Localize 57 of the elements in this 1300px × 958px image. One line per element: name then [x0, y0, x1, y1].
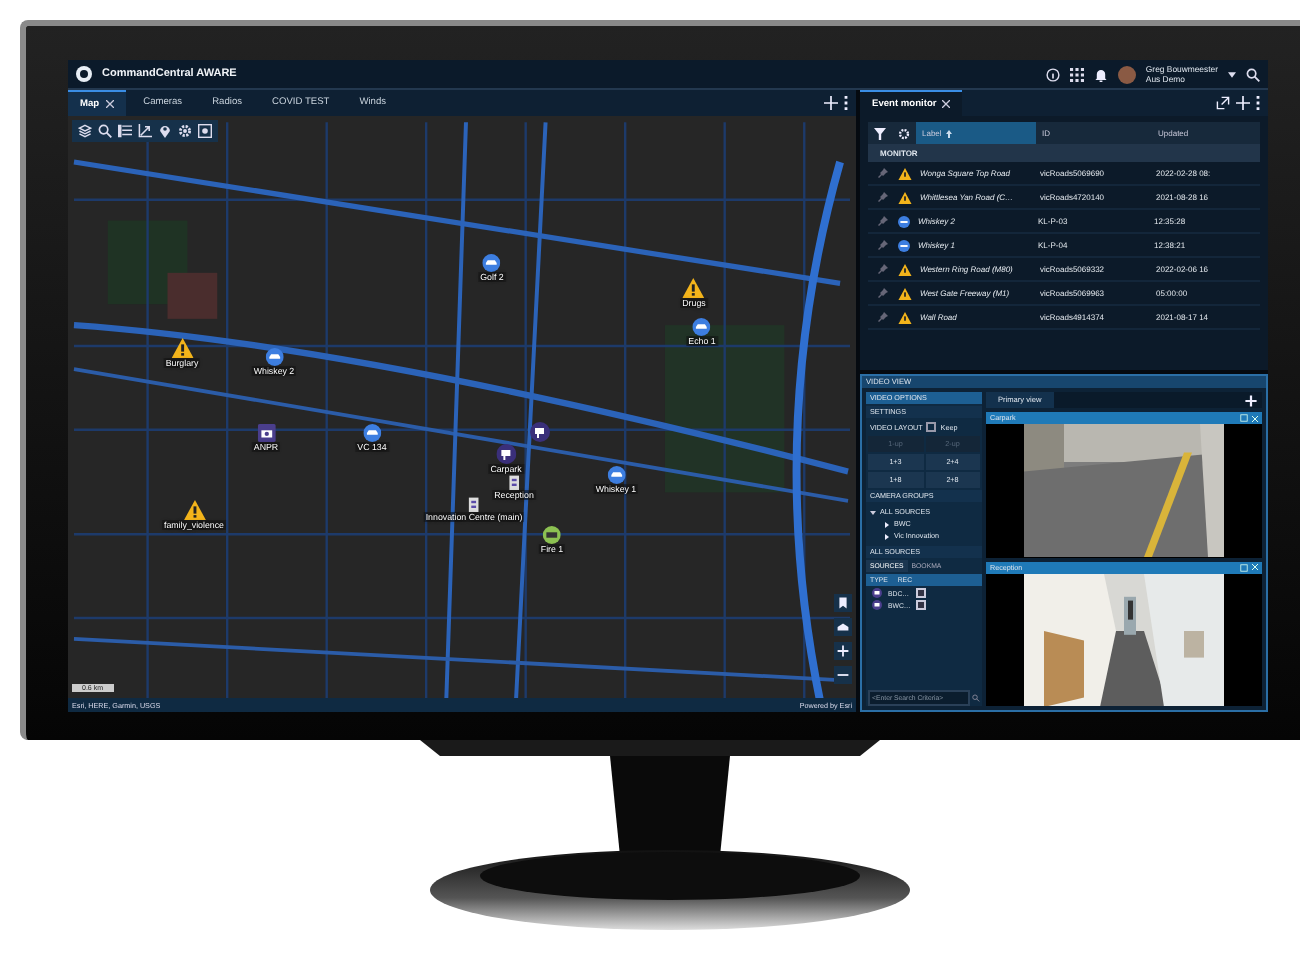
pin-icon[interactable] — [878, 240, 888, 250]
settings-icon[interactable] — [178, 124, 192, 138]
zoom-in-icon[interactable] — [834, 642, 852, 660]
location-pin-icon[interactable] — [158, 124, 172, 138]
minus-circle-icon — [898, 215, 910, 227]
car-icon[interactable] — [483, 254, 501, 272]
target-icon[interactable] — [198, 124, 212, 138]
list-icon[interactable] — [118, 124, 132, 138]
checkbox[interactable] — [926, 422, 937, 432]
car-icon[interactable] — [693, 318, 711, 336]
pin-icon[interactable] — [878, 192, 888, 202]
warning-icon — [898, 311, 912, 323]
popout-icon[interactable] — [1216, 96, 1230, 110]
car-icon[interactable] — [265, 348, 283, 366]
warning-icon — [898, 287, 912, 299]
camera-icon[interactable] — [257, 424, 275, 442]
info-icon[interactable] — [1045, 67, 1060, 81]
caret-icon[interactable] — [1228, 71, 1236, 77]
basemap-icon[interactable] — [834, 618, 852, 636]
close-icon[interactable] — [105, 100, 114, 108]
add-icon[interactable] — [1236, 96, 1250, 110]
warning-icon — [898, 263, 912, 275]
minus-circle-icon — [898, 239, 910, 251]
warning-icon[interactable] — [683, 278, 705, 298]
pin-icon[interactable] — [878, 264, 888, 274]
pin-icon[interactable] — [878, 288, 888, 298]
warning-icon — [898, 167, 912, 179]
avatar[interactable] — [1117, 65, 1136, 83]
close-icon[interactable] — [942, 100, 951, 108]
pin-icon[interactable] — [878, 216, 888, 226]
apps-grid-icon[interactable] — [1069, 67, 1084, 81]
car-icon[interactable] — [607, 466, 625, 484]
expand-icon[interactable] — [1240, 563, 1248, 571]
pin-icon[interactable] — [878, 168, 888, 178]
layers-icon[interactable] — [78, 124, 92, 138]
expand-icon[interactable] — [1240, 414, 1248, 422]
logo-icon — [76, 66, 92, 82]
add-icon[interactable] — [1244, 393, 1258, 407]
pin-icon[interactable] — [878, 312, 888, 322]
building-icon[interactable] — [466, 496, 482, 512]
bell-icon[interactable] — [1093, 67, 1108, 81]
cctv-icon[interactable] — [496, 444, 516, 464]
filter-icon[interactable] — [874, 127, 886, 139]
truck-icon[interactable] — [543, 526, 561, 544]
warning-icon — [898, 191, 912, 203]
add-icon[interactable] — [824, 96, 838, 110]
car-icon[interactable] — [363, 424, 381, 442]
settings-icon[interactable] — [898, 127, 910, 139]
measure-icon[interactable] — [138, 124, 152, 138]
warning-icon[interactable] — [183, 500, 205, 520]
caret-icon[interactable] — [870, 509, 876, 515]
building-icon[interactable] — [506, 474, 522, 490]
zoom-out-icon[interactable] — [834, 666, 852, 684]
warning-icon[interactable] — [171, 338, 193, 358]
bookmark-icon[interactable] — [834, 594, 852, 612]
sort-arrow-icon[interactable] — [945, 129, 952, 137]
cctv-icon[interactable] — [530, 422, 550, 442]
